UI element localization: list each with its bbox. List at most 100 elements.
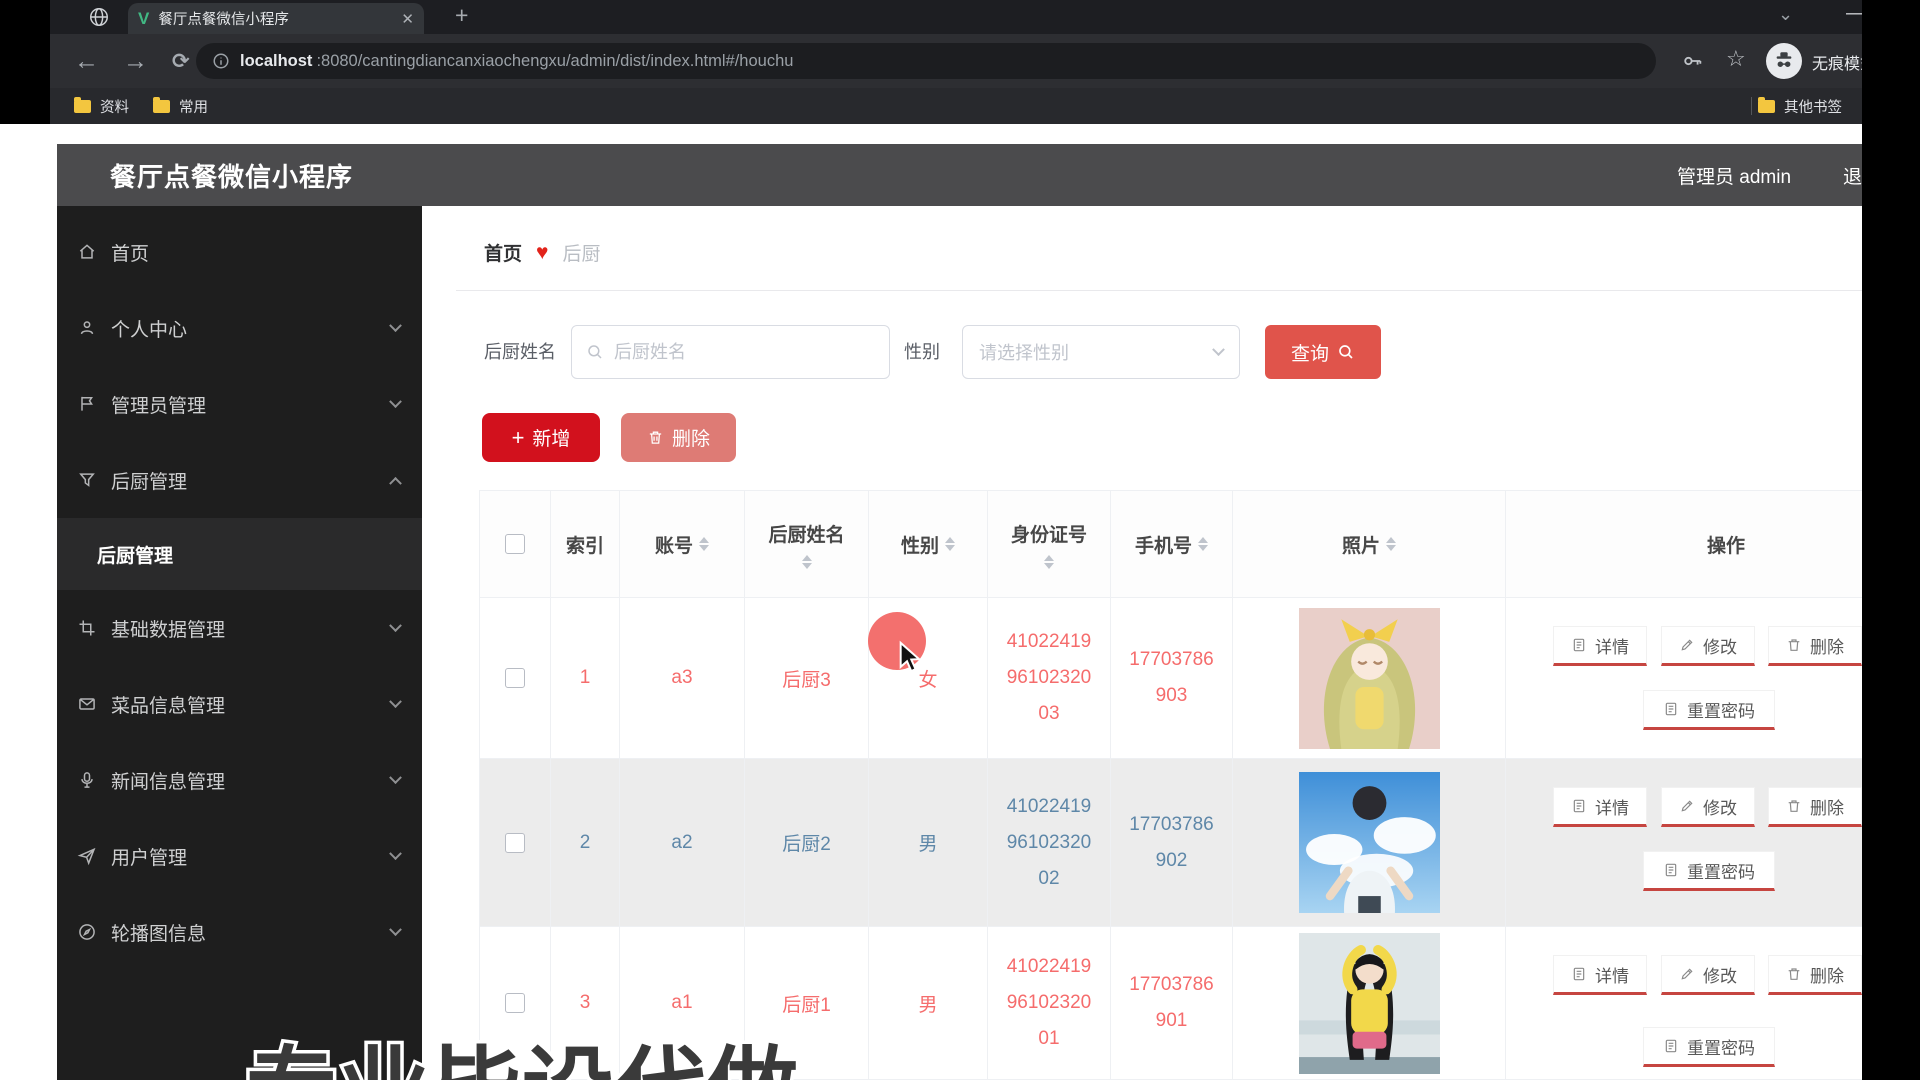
crop-icon xyxy=(77,618,97,638)
document-icon xyxy=(1571,798,1587,814)
row-checkbox[interactable] xyxy=(505,668,525,688)
search-icon xyxy=(1337,343,1355,361)
reload-icon[interactable]: ⟳ xyxy=(172,49,190,74)
bookmarks-bar: 资料 常用 其他书签 xyxy=(50,88,1920,124)
reset-password-button[interactable]: 重置密码 xyxy=(1643,1027,1775,1067)
sidebar-item-label: 新闻信息管理 xyxy=(111,767,391,794)
cell-actions: 详情 修改 删除 重置密码 xyxy=(1506,598,1920,759)
reset-password-button[interactable]: 重置密码 xyxy=(1643,690,1775,730)
cell-phone: 17703786902 xyxy=(1126,807,1218,879)
cell-photo xyxy=(1233,759,1506,927)
row-delete-button[interactable]: 删除 xyxy=(1768,787,1862,827)
heart-icon: ♥ xyxy=(536,241,548,265)
sidebar-item-label: 菜品信息管理 xyxy=(111,691,391,718)
edit-button[interactable]: 修改 xyxy=(1661,787,1755,827)
browser-tab[interactable]: V 餐厅点餐微信小程序 ✕ xyxy=(128,3,424,34)
kitchen-name-field[interactable] xyxy=(571,325,890,379)
watermark-text: 专业毕设代做 xyxy=(240,1030,940,1080)
flag-icon xyxy=(77,394,97,414)
sidebar-item-label: 后厨管理 xyxy=(111,467,391,494)
row-delete-button[interactable]: 删除 xyxy=(1768,955,1862,995)
detail-button[interactable]: 详情 xyxy=(1553,955,1647,995)
kitchen-table: 索引 账号 后厨姓名 性别 身份证号 手机号 照 xyxy=(479,490,1920,1080)
table-row: 1 a3 后厨3 女 410224199610232003 1770378690… xyxy=(479,598,1920,759)
kitchen-name-input[interactable] xyxy=(614,342,875,363)
address-bar[interactable]: localhost :8080/cantingdiancanxiaochengx… xyxy=(196,43,1656,79)
sidebar-item-home[interactable]: 首页 xyxy=(57,214,422,290)
folder-icon xyxy=(1758,100,1775,113)
sidebar-item-admin-management[interactable]: 管理员管理 xyxy=(57,366,422,442)
row-delete-button[interactable]: 删除 xyxy=(1768,626,1862,666)
chevron-down-icon xyxy=(389,619,402,632)
delete-button[interactable]: 删除 xyxy=(621,413,736,462)
bookmark-folder-ziliao[interactable]: 资料 xyxy=(74,96,129,117)
reset-password-button[interactable]: 重置密码 xyxy=(1643,851,1775,891)
bookmark-star-icon[interactable]: ☆ xyxy=(1726,46,1746,72)
breadcrumb-home[interactable]: 首页 xyxy=(484,239,522,266)
password-key-icon[interactable] xyxy=(1682,50,1704,72)
microphone-icon xyxy=(77,770,97,790)
table-header-row: 索引 账号 后厨姓名 性别 身份证号 手机号 照 xyxy=(479,490,1920,598)
sort-icon[interactable] xyxy=(1044,555,1054,569)
cell-account: a3 xyxy=(620,598,745,759)
cell-name: 后厨2 xyxy=(745,759,869,927)
forward-icon[interactable]: → xyxy=(123,47,148,76)
sidebar-item-label: 首页 xyxy=(111,239,400,266)
column-header-account[interactable]: 账号 xyxy=(620,490,745,598)
column-header-photo[interactable]: 照片 xyxy=(1233,490,1506,598)
edit-button[interactable]: 修改 xyxy=(1661,626,1755,666)
chevron-down-icon xyxy=(389,395,402,408)
browser-toolbar: ← → ⟳ localhost :8080/cantingdiancanxiao… xyxy=(50,34,1920,88)
cell-index: 1 xyxy=(551,598,620,759)
browser-tab-strip: V 餐厅点餐微信小程序 ✕ + ⌄ — xyxy=(50,0,1920,34)
chevron-up-icon xyxy=(389,476,402,489)
sort-icon[interactable] xyxy=(802,555,812,569)
sort-icon[interactable] xyxy=(1386,537,1396,551)
sort-icon[interactable] xyxy=(699,537,709,551)
column-header-gender[interactable]: 性别 xyxy=(869,490,988,598)
window-chevron-icon[interactable]: ⌄ xyxy=(1778,4,1793,25)
sidebar-item-carousel-info[interactable]: 轮播图信息 xyxy=(57,894,422,970)
sidebar-subitem-kitchen-management[interactable]: 后厨管理 xyxy=(57,518,422,590)
column-header-actions: 操作 xyxy=(1506,490,1920,598)
sidebar-item-user-management[interactable]: 用户管理 xyxy=(57,818,422,894)
column-header-phone[interactable]: 手机号 xyxy=(1111,490,1233,598)
new-tab-icon[interactable]: + xyxy=(455,2,468,29)
document-icon xyxy=(1663,1038,1679,1054)
row-checkbox[interactable] xyxy=(505,993,525,1013)
sort-icon[interactable] xyxy=(1198,537,1208,551)
sidebar-item-kitchen-management[interactable]: 后厨管理 xyxy=(57,442,422,518)
edit-button[interactable]: 修改 xyxy=(1661,955,1755,995)
sidebar-item-dish-info[interactable]: 菜品信息管理 xyxy=(57,666,422,742)
document-icon xyxy=(1571,637,1587,653)
cell-account: a2 xyxy=(620,759,745,927)
query-button[interactable]: 查询 xyxy=(1265,325,1381,379)
breadcrumb: 首页 ♥ 后厨 xyxy=(484,239,601,266)
back-icon[interactable]: ← xyxy=(74,47,99,76)
chevron-down-icon xyxy=(389,847,402,860)
user-icon xyxy=(77,318,97,338)
cell-id-number: 410224199610232003 xyxy=(1003,624,1095,732)
document-icon xyxy=(1663,862,1679,878)
site-info-icon[interactable] xyxy=(212,52,230,70)
sidebar-item-basic-data[interactable]: 基础数据管理 xyxy=(57,590,422,666)
globe-icon xyxy=(88,6,110,28)
select-all-checkbox[interactable] xyxy=(505,534,525,554)
other-bookmarks[interactable]: 其他书签 xyxy=(1758,96,1842,117)
column-header-idnumber[interactable]: 身份证号 xyxy=(988,490,1111,598)
url-path: :8080/cantingdiancanxiaochengxu/admin/di… xyxy=(316,52,793,71)
detail-button[interactable]: 详情 xyxy=(1553,626,1647,666)
cell-id-number: 410224199610232002 xyxy=(1003,789,1095,897)
column-header-name[interactable]: 后厨姓名 xyxy=(745,490,869,598)
cell-phone: 17703786901 xyxy=(1126,967,1218,1039)
home-icon xyxy=(77,242,97,262)
add-button[interactable]: + 新增 xyxy=(482,413,600,462)
sort-icon[interactable] xyxy=(945,537,955,551)
row-checkbox[interactable] xyxy=(505,833,525,853)
sidebar-item-personal-center[interactable]: 个人中心 xyxy=(57,290,422,366)
sidebar-item-news-info[interactable]: 新闻信息管理 xyxy=(57,742,422,818)
tab-close-icon[interactable]: ✕ xyxy=(401,10,414,28)
gender-select[interactable]: 请选择性别 xyxy=(962,325,1240,379)
detail-button[interactable]: 详情 xyxy=(1553,787,1647,827)
bookmark-folder-changyong[interactable]: 常用 xyxy=(153,96,208,117)
